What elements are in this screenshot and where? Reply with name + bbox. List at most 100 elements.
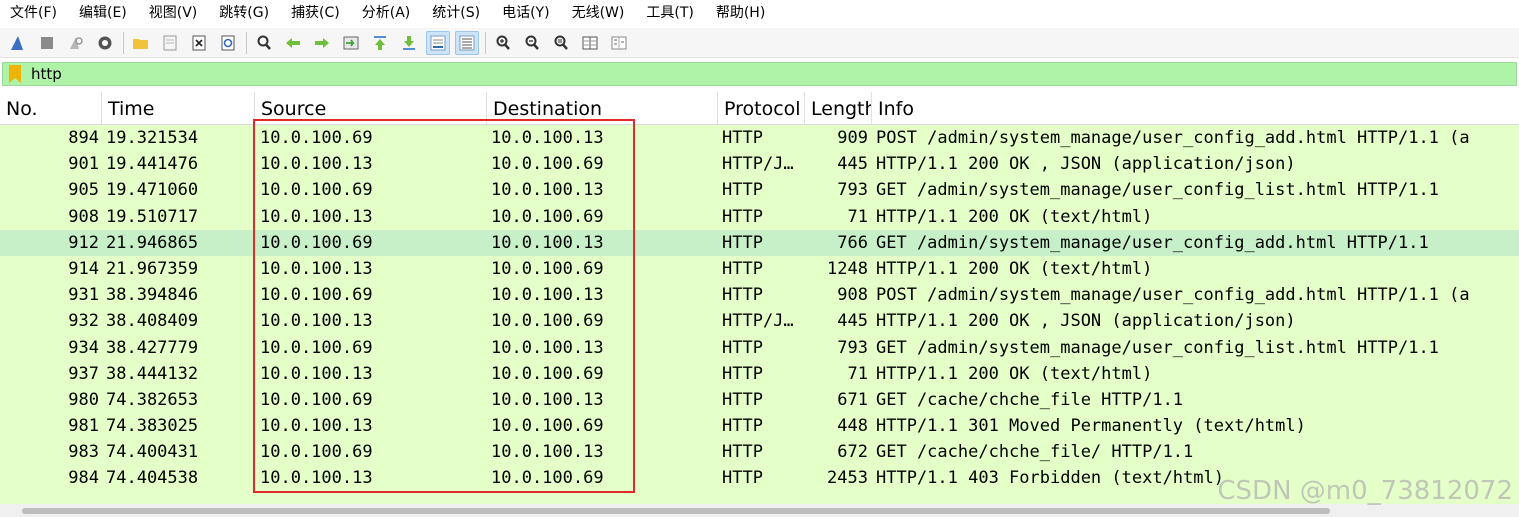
packet-row[interactable]: 912 21.946865 10.0.100.69 10.0.100.13 HTTP 76… [0,229,1519,256]
scrollbar-thumb[interactable] [22,508,1330,514]
close-file-button[interactable] [187,31,211,55]
menu-item[interactable]: 分析(A) [351,0,422,26]
cell-info: HTTP/1.1 200 OK (text/html) [876,363,1153,384]
toolbar-separator [123,31,124,54]
cell-source: 10.0.100.69 [260,389,373,410]
display-filter-input[interactable]: http [31,65,62,83]
main-toolbar [0,28,1519,58]
packet-list-header: No. Time Source Destination Protocol Len… [0,92,1519,125]
zoom-in-button[interactable] [491,31,515,55]
cell-destination: 10.0.100.69 [491,363,604,384]
start-capture-button[interactable] [6,31,30,55]
menu-item[interactable]: 文件(F) [0,0,68,26]
menu-item[interactable]: 跳转(G) [208,0,280,26]
menu-item[interactable]: 捕获(C) [280,0,351,26]
cell-source: 10.0.100.69 [260,337,373,358]
packet-row[interactable]: 914 21.967359 10.0.100.13 10.0.100.69 HTTP 12… [0,255,1519,283]
autoscroll-toggle[interactable] [426,30,450,55]
cell-source: 10.0.100.13 [260,416,373,437]
menu-item[interactable]: 电话(Y) [491,0,560,26]
cell-length: 766 [837,232,868,253]
cell-info: HTTP/1.1 200 OK , JSON (application/json… [876,311,1296,332]
restart-capture-button[interactable] [64,31,88,55]
zoom-out-icon [525,35,539,50]
cell-info: HTTP/1.1 301 Moved Permanently (text/htm… [876,416,1306,437]
cell-info: POST /admin/system_manage/user_config_ad… [876,128,1470,148]
stop-capture-button[interactable] [35,31,59,55]
cell-protocol: HTTP [722,128,763,148]
cell-length: 793 [837,337,868,358]
cell-destination: 10.0.100.13 [491,337,604,358]
expand-subtrees-button[interactable] [607,31,631,55]
cell-no: 914 [68,258,99,279]
find-packet-button[interactable] [252,31,276,55]
go-back-button[interactable] [281,31,305,55]
go-forward-button[interactable] [310,31,334,55]
cell-source: 10.0.100.13 [260,258,373,279]
packet-list: 894 19.321534 10.0.100.69 10.0.100.13 HTTP 90… [0,125,1519,492]
packet-row[interactable]: 983 74.400431 10.0.100.69 10.0.100.13 HTTP 67… [0,439,1519,466]
packet-row[interactable]: 932 38.408409 10.0.100.13 10.0.100.69 HTTP/J… [0,308,1519,335]
capture-options-button[interactable] [93,31,117,55]
go-to-packet-button[interactable] [339,31,363,55]
cell-no: 901 [68,154,99,175]
colorize-toggle[interactable] [455,30,479,55]
last-packet-button[interactable] [397,31,421,55]
cell-info: HTTP/1.1 200 OK (text/html) [876,206,1153,227]
save-file-button[interactable] [158,31,182,55]
toolbar-separator [246,31,247,54]
cell-source: 10.0.100.13 [260,468,373,489]
menu-item[interactable]: 统计(S) [421,0,491,26]
restart-icon [70,36,83,49]
menu-item[interactable]: 无线(W) [561,0,636,26]
cell-time: 74.400431 [106,442,199,463]
shark-fin-icon [11,35,23,50]
cell-length: 793 [837,180,868,201]
cell-protocol: HTTP [722,363,763,384]
cell-source: 10.0.100.69 [260,180,373,201]
cell-no: 934 [68,337,99,358]
zoom-out-button[interactable] [520,31,544,55]
normal-size-button[interactable] [549,31,573,55]
column-header-source[interactable]: Source [255,92,487,124]
resize-columns-button[interactable] [578,31,602,55]
cell-no: 981 [68,416,99,437]
menu-item[interactable]: 帮助(H) [705,0,776,26]
column-header-protocol[interactable]: Protocol [718,92,805,124]
cell-length: 671 [837,389,868,410]
find-icon [257,35,271,50]
column-header-length[interactable]: Length [805,92,872,124]
menu-item[interactable]: 工具(T) [635,0,704,26]
packet-row[interactable]: 931 38.394846 10.0.100.69 10.0.100.13 HTTP 90… [0,282,1519,309]
cell-destination: 10.0.100.13 [491,128,604,148]
packet-row[interactable]: 937 38.444132 10.0.100.13 10.0.100.69 HTTP 71… [0,360,1519,387]
packet-row[interactable]: 905 19.471060 10.0.100.69 10.0.100.13 HTTP 79… [0,177,1519,204]
column-header-time[interactable]: Time [102,92,255,124]
packet-row[interactable]: 901 19.441476 10.0.100.13 10.0.100.69 HTTP/J… [0,151,1519,178]
packet-row[interactable]: 981 74.383025 10.0.100.13 10.0.100.69 HTTP 44… [0,413,1519,440]
cell-length: 909 [837,128,868,148]
cell-info: POST /admin/system_manage/user_config_ad… [876,285,1470,306]
reload-file-button[interactable] [216,31,240,55]
column-header-info[interactable]: Info [872,92,1519,124]
packet-row[interactable]: 980 74.382653 10.0.100.69 10.0.100.13 HTTP 67… [0,386,1519,414]
cell-length: 2453 [827,468,868,489]
packet-row[interactable]: 894 19.321534 10.0.100.69 10.0.100.13 HTTP 90… [0,125,1519,152]
bookmark-icon[interactable] [9,65,21,83]
cell-time: 19.510717 [106,206,199,227]
first-packet-button[interactable] [368,31,392,55]
menu-item[interactable]: 编辑(E) [68,0,138,26]
column-header-destination[interactable]: Destination [487,92,718,124]
cell-time: 38.427779 [106,337,199,358]
first-packet-icon [374,35,386,50]
cell-protocol: HTTP [722,232,763,253]
column-header-no[interactable]: No. [0,92,102,124]
open-file-button[interactable] [129,31,153,55]
menu-item[interactable]: 视图(V) [138,0,209,26]
cell-no: 931 [68,285,99,306]
cell-source: 10.0.100.69 [260,285,373,306]
stop-icon [41,36,53,49]
packet-row[interactable]: 934 38.427779 10.0.100.69 10.0.100.13 HTTP 79… [0,334,1519,361]
packet-row[interactable]: 908 19.510717 10.0.100.13 10.0.100.69 HTTP 71… [0,203,1519,230]
cell-info: HTTP/1.1 200 OK , JSON (application/json… [876,154,1296,175]
